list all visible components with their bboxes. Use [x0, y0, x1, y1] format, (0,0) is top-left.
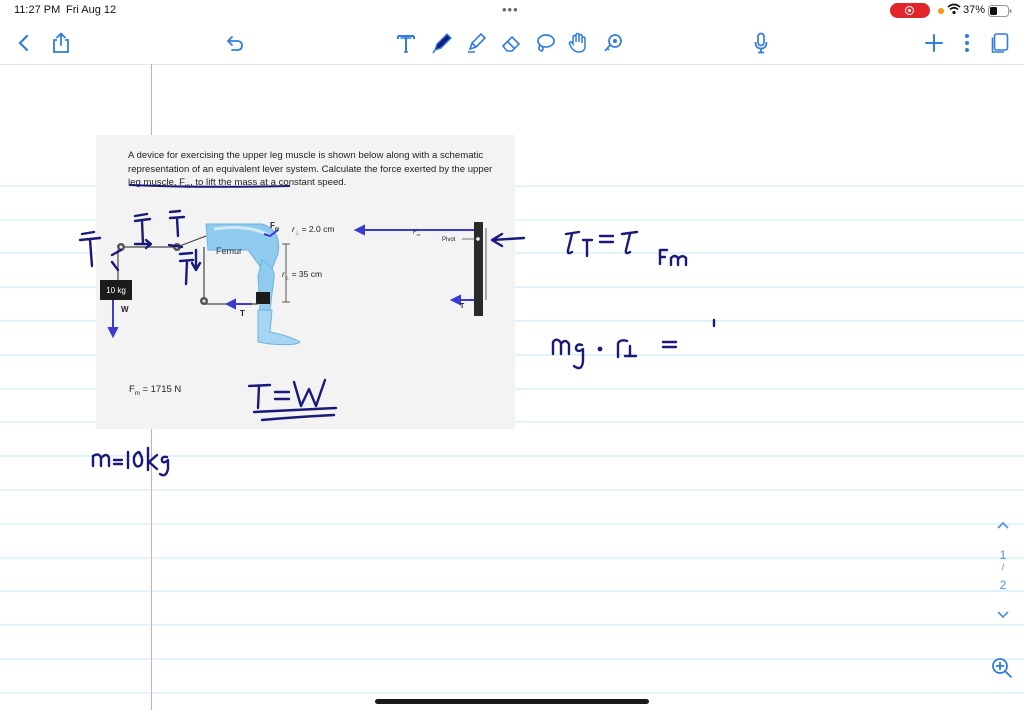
- add-icon[interactable]: [922, 22, 946, 64]
- screen-recording-indicator[interactable]: [890, 3, 930, 18]
- page-separator: /: [1001, 562, 1005, 572]
- weight-label: W: [121, 305, 129, 314]
- zoom-icon[interactable]: [991, 657, 1013, 684]
- r2-distance-label: r⊥ = 35 cm: [282, 269, 323, 282]
- page-current: 1: [999, 548, 1007, 562]
- text-tool-icon[interactable]: [394, 22, 418, 64]
- orange-dot-indicator: [938, 8, 944, 14]
- pivot-point-icon: [475, 236, 481, 242]
- muscle-force-label: Fm: [270, 221, 280, 233]
- status-time: 11:27 PM: [14, 4, 61, 16]
- schematic-force-label: Fm: [413, 230, 421, 238]
- tension-label-left: T: [240, 309, 245, 318]
- home-indicator[interactable]: [375, 699, 649, 704]
- microphone-icon[interactable]: [750, 22, 772, 64]
- multitasking-dots[interactable]: •••: [502, 2, 519, 17]
- toolbar: [0, 22, 1024, 65]
- r1-distance-label: r⊥ = 2.0 cm: [292, 224, 335, 237]
- pivot-label: Pivot: [442, 237, 456, 243]
- battery-percent: 37%: [963, 4, 986, 16]
- status-date: Fri Aug 12: [66, 4, 117, 16]
- wifi-icon: [947, 3, 961, 18]
- more-icon[interactable]: [958, 22, 976, 64]
- tension-label-right: T: [460, 303, 465, 310]
- status-bar: 11:27 PM Fri Aug 12 ••• 37%: [0, 0, 1024, 22]
- note-page[interactable]: A device for exercising the upper leg mu…: [0, 64, 1024, 710]
- battery-icon: [988, 5, 1012, 20]
- answer-label: Fm = 1715 N: [129, 384, 182, 397]
- pages-icon[interactable]: [988, 22, 1012, 64]
- lasso-icon[interactable]: [532, 22, 558, 64]
- page-total: 2: [999, 578, 1007, 592]
- page-up-chevron-icon[interactable]: [992, 518, 1014, 532]
- pen-icon[interactable]: [430, 22, 454, 64]
- dimension-lines: [282, 228, 487, 303]
- record-icon: [905, 6, 914, 15]
- lever-bar: [474, 222, 483, 316]
- femur-label: Femur: [216, 246, 243, 256]
- undo-icon[interactable]: [222, 22, 246, 64]
- hand-tool-icon[interactable]: [566, 22, 590, 64]
- problem-underline: [128, 184, 291, 188]
- shape-tool-icon[interactable]: [600, 22, 626, 64]
- back-chevron-icon[interactable]: [12, 22, 34, 64]
- mass-block: 10 kg: [100, 280, 132, 300]
- page-down-chevron-icon[interactable]: [992, 608, 1014, 622]
- share-icon[interactable]: [50, 22, 72, 64]
- highlighter-icon[interactable]: [464, 22, 488, 64]
- eraser-icon[interactable]: [498, 22, 524, 64]
